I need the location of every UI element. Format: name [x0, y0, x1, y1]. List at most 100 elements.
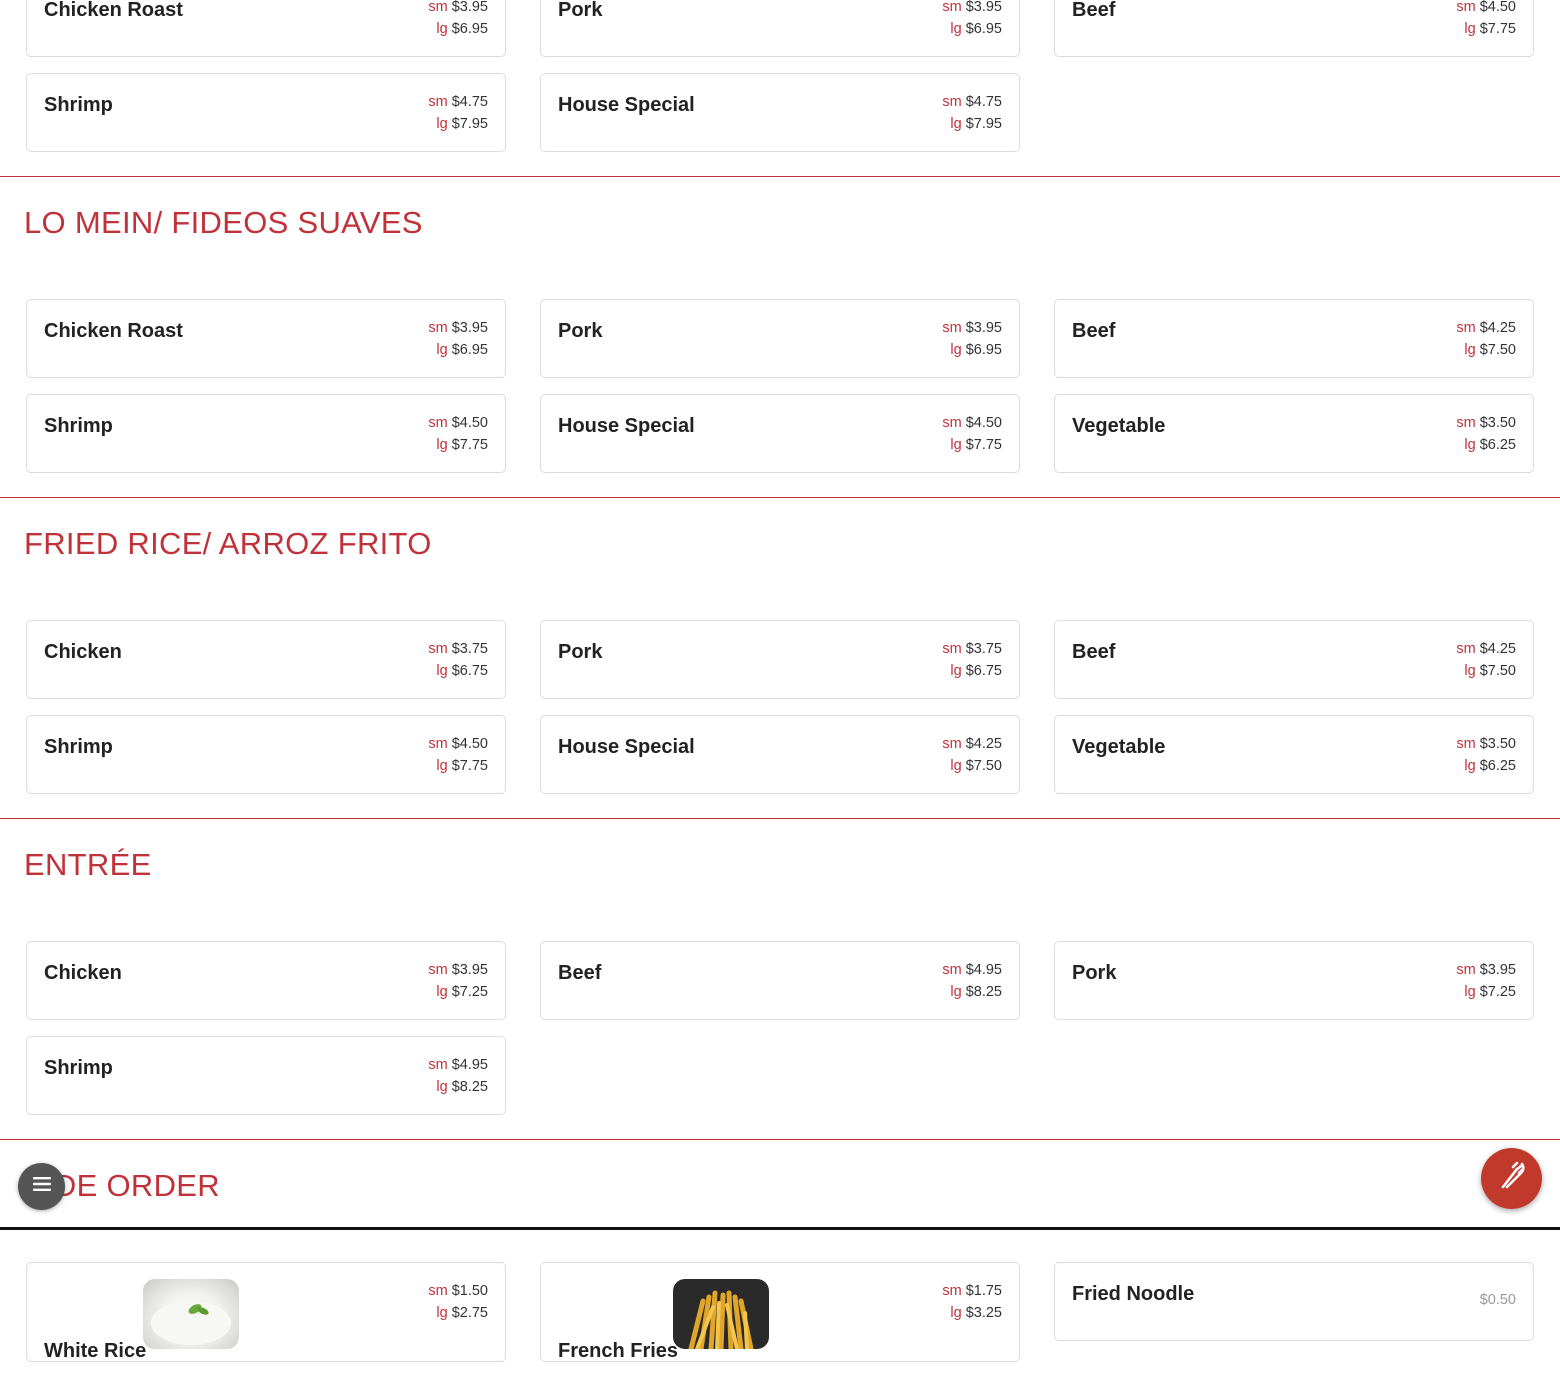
item-prices: sm $1.50 lg $2.75 — [428, 1280, 488, 1324]
item-prices: sm $4.75 lg $7.95 — [428, 91, 488, 135]
menu-item-card[interactable]: Beef sm $4.95 lg $8.25 — [540, 941, 1020, 1020]
menu-item-card[interactable]: Shrimp sm $4.50 lg $7.75 — [26, 715, 506, 794]
size-small-label: sm — [428, 1057, 448, 1073]
menu-item-card[interactable]: Chicken Roast sm $3.95 lg $6.95 — [26, 0, 506, 57]
price-small: $3.75 — [965, 641, 1002, 657]
item-prices: sm $4.50 lg $7.75 — [942, 412, 1002, 456]
item-prices: sm $4.50 lg $7.75 — [428, 733, 488, 777]
hamburger-menu-icon — [32, 1176, 52, 1197]
menu-grid: Chicken sm $3.95 lg $7.25 Beef sm $4.95 lg $… — [0, 895, 1560, 1115]
menu-item-card[interactable]: Beef sm $4.50 lg $7.75 — [1054, 0, 1534, 57]
price-small: $4.25 — [1479, 641, 1516, 657]
menu-item-card[interactable]: Vegetable sm $3.50 lg $6.25 — [1054, 394, 1534, 473]
size-small-label: sm — [942, 736, 962, 752]
item-name: Chicken Roast — [44, 0, 183, 21]
menu-item-card[interactable]: Beef sm $4.25 lg $7.50 — [1054, 299, 1534, 378]
item-prices: sm $3.95 lg $7.25 — [1456, 959, 1516, 1003]
menu-item-card[interactable]: Shrimp sm $4.95 lg $8.25 — [26, 1036, 506, 1115]
size-small-label: sm — [1456, 320, 1476, 336]
menu-item-card[interactable]: House Special sm $4.75 lg $7.95 — [540, 73, 1020, 152]
item-prices: sm $3.95 lg $6.95 — [428, 0, 488, 40]
item-prices: sm $3.95 lg $6.95 — [942, 0, 1002, 40]
menu-item-card[interactable]: Fried Noodle $0.50 — [1054, 1262, 1534, 1341]
size-large-label: lg — [950, 1305, 962, 1321]
size-large-label: lg — [1464, 984, 1476, 1000]
price-small: $4.50 — [451, 736, 488, 752]
size-large-label: lg — [1464, 342, 1476, 358]
price-large: $6.95 — [451, 21, 488, 37]
item-name: Beef — [558, 962, 602, 984]
item-name: Chicken — [44, 962, 122, 984]
menu-item-card[interactable]: Chicken sm $3.75 lg $6.75 — [26, 620, 506, 699]
item-name: Pork — [558, 320, 603, 342]
item-name: Vegetable — [1072, 736, 1166, 758]
size-large-label: lg — [950, 116, 962, 132]
menu-item-card[interactable]: House Special sm $4.25 lg $7.50 — [540, 715, 1020, 794]
price-large: $7.75 — [451, 758, 488, 774]
menu-item-card[interactable]: Pork sm $3.95 lg $7.25 — [1054, 941, 1534, 1020]
menu-section-side-order: SIDE ORDER White Rice sm$1.50 lg$2.75 — [0, 1140, 1560, 1386]
item-name: Shrimp — [44, 1057, 113, 1079]
price-large: $3.25 — [965, 1305, 1002, 1321]
item-prices: sm $3.75 lg $6.75 — [428, 638, 488, 682]
size-small-label: sm — [1456, 0, 1476, 15]
item-prices: sm $3.95 lg $6.95 — [942, 317, 1002, 361]
menu-item-card[interactable]: French Fries sm $1.75 lg $3.25 — [540, 1262, 1020, 1362]
item-prices: sm $3.95 lg $6.95 — [428, 317, 488, 361]
size-large-label: lg — [950, 758, 962, 774]
menu-grid: Chicken Roast sm $3.95 lg $6.95 Pork sm $3.… — [0, 253, 1560, 473]
item-name: House Special — [558, 736, 695, 758]
item-name: French Fries — [558, 1340, 679, 1362]
menu-item-card[interactable]: Shrimp sm $4.50 lg $7.75 — [26, 394, 506, 473]
size-small-label: sm — [942, 94, 962, 110]
menu-item-card[interactable]: Chicken sm $3.95 lg $7.25 — [26, 941, 506, 1020]
menu-section-lo-mein: LO MEIN/ FIDEOS SUAVES Chicken Roast sm $… — [0, 177, 1560, 498]
price-small: $3.50 — [1479, 736, 1516, 752]
item-prices: sm $3.50 lg $6.25 — [1456, 733, 1516, 777]
item-name: Chicken Roast — [44, 320, 183, 342]
menu-item-card[interactable]: Pork sm $3.95 lg $6.95 — [540, 0, 1020, 57]
menu-grid: Chicken Roast sm $3.95 lg $6.95 Pork sm $3.… — [0, 0, 1560, 152]
price-large: $6.25 — [1479, 437, 1516, 453]
price-large: $6.25 — [1479, 758, 1516, 774]
menu-item-card[interactable]: Chicken Roast sm $3.95 lg $6.95 — [26, 299, 506, 378]
order-button[interactable] — [1481, 1148, 1542, 1209]
item-prices: sm $3.95 lg $7.25 — [428, 959, 488, 1003]
menu-item-card[interactable]: Vegetable sm $3.50 lg $6.25 — [1054, 715, 1534, 794]
item-name: House Special — [558, 415, 695, 437]
menu-item-card[interactable]: House Special sm $4.50 lg $7.75 — [540, 394, 1020, 473]
french-fries-photo — [673, 1279, 769, 1349]
size-large-label: lg — [436, 1305, 448, 1321]
price-small: $4.50 — [451, 415, 488, 431]
menu-item-card[interactable]: White Rice sm $1.50 lg $2.75 — [26, 1262, 506, 1362]
size-large-label: lg — [436, 116, 448, 132]
menu-item-card[interactable]: Pork sm $3.95 lg $6.95 — [540, 299, 1020, 378]
size-small-label: sm — [1456, 736, 1476, 752]
price-large: $7.50 — [965, 758, 1002, 774]
price-small: $4.75 — [451, 94, 488, 110]
price-small: $3.95 — [451, 0, 488, 15]
size-large-label: lg — [950, 437, 962, 453]
size-small-label: sm — [428, 641, 448, 657]
price-large: $6.95 — [965, 21, 1002, 37]
menu-toggle-button[interactable] — [18, 1163, 65, 1210]
menu-item-card[interactable]: Beef sm $4.25 lg $7.50 — [1054, 620, 1534, 699]
size-small-label: sm — [942, 1283, 962, 1299]
item-prices: sm $4.95 lg $8.25 — [428, 1054, 488, 1098]
menu-item-card[interactable]: Pork sm $3.75 lg $6.75 — [540, 620, 1020, 699]
item-price: $0.50 — [1480, 1289, 1516, 1311]
size-large-label: lg — [950, 342, 962, 358]
price-small: $3.95 — [965, 320, 1002, 336]
item-name: Beef — [1072, 320, 1116, 342]
menu-grid: Chicken sm $3.75 lg $6.75 Pork sm $3.75 lg $… — [0, 574, 1560, 794]
item-name: Shrimp — [44, 415, 113, 437]
section-title: FRIED RICE/ ARROZ FRITO — [24, 526, 432, 561]
size-small-label: sm — [942, 320, 962, 336]
price-large: $8.25 — [965, 984, 1002, 1000]
menu-item-card[interactable]: Shrimp sm $4.75 lg $7.95 — [26, 73, 506, 152]
price-large: $7.50 — [1479, 663, 1516, 679]
size-small-label: sm — [428, 320, 448, 336]
size-large-label: lg — [436, 663, 448, 679]
size-small-label: sm — [428, 0, 448, 15]
price-large: $8.25 — [451, 1079, 488, 1095]
